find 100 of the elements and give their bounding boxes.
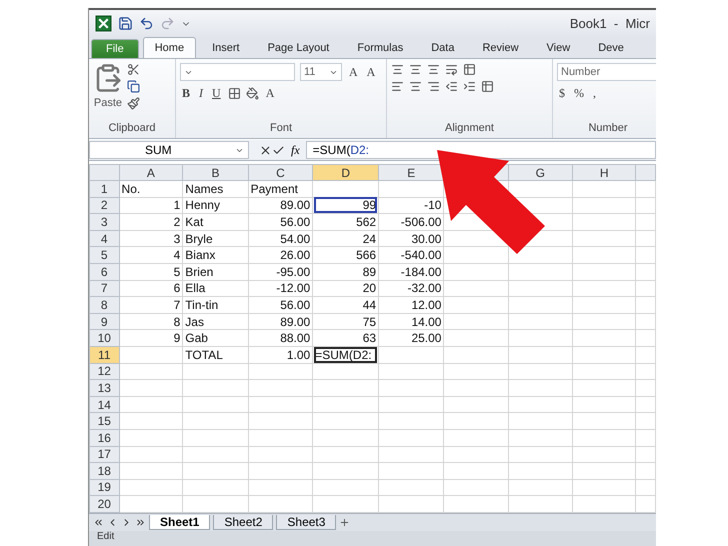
sheet-tab[interactable]: Sheet3 bbox=[276, 514, 336, 530]
column-header[interactable]: H bbox=[572, 164, 636, 180]
shrink-font-button[interactable]: A bbox=[364, 64, 378, 80]
table-cell-text: 562 bbox=[355, 214, 376, 229]
table-cell-text: 1 bbox=[172, 198, 180, 212]
ribbon-tab[interactable]: Home bbox=[142, 37, 196, 58]
table-cell-text: 54.00 bbox=[279, 232, 310, 246]
table-cell-text: 89.00 bbox=[279, 198, 310, 212]
table-cell-text: -32.00 bbox=[406, 281, 442, 296]
borders-icon[interactable] bbox=[228, 87, 241, 100]
row-header[interactable]: 11 bbox=[90, 346, 120, 364]
column-header[interactable]: B bbox=[182, 164, 248, 180]
row-header[interactable]: 7 bbox=[90, 280, 120, 297]
table-cell-text: 88.00 bbox=[279, 331, 310, 346]
table-cell-text: Ella bbox=[185, 281, 206, 296]
table-cell-text: -506.00 bbox=[400, 214, 442, 229]
group-label: Clipboard bbox=[107, 122, 157, 136]
ribbon-tab[interactable]: Deve bbox=[586, 37, 636, 58]
table-cell-text: 1.00 bbox=[286, 348, 310, 362]
copy-icon[interactable] bbox=[127, 80, 140, 93]
font-name-field[interactable] bbox=[180, 63, 295, 81]
row-header[interactable]: 20 bbox=[90, 496, 120, 512]
row-header[interactable]: 12 bbox=[90, 363, 120, 380]
percent-button[interactable]: % bbox=[572, 85, 586, 102]
ribbon-tab[interactable]: Data bbox=[419, 37, 466, 58]
enter-icon[interactable] bbox=[272, 144, 285, 156]
insert-sheet-icon[interactable] bbox=[339, 516, 350, 528]
row-header[interactable]: 15 bbox=[90, 412, 120, 430]
align-center-icon[interactable] bbox=[409, 80, 422, 93]
formula-field[interactable]: =SUM(D2: bbox=[306, 141, 656, 159]
sheet-tab[interactable]: Sheet2 bbox=[213, 514, 274, 530]
group-label: Number bbox=[587, 122, 629, 136]
table-cell-text: 24 bbox=[362, 232, 376, 246]
grow-font-button[interactable]: A bbox=[347, 64, 360, 80]
fill-color-icon[interactable] bbox=[246, 87, 259, 100]
table-cell-text: Jas bbox=[185, 314, 205, 329]
font-color-button[interactable]: A bbox=[264, 85, 276, 102]
row-header[interactable]: 6 bbox=[90, 263, 120, 280]
table-cell-text: 7 bbox=[172, 298, 180, 312]
row-header[interactable]: 16 bbox=[90, 429, 120, 446]
save-icon[interactable] bbox=[118, 16, 133, 31]
row-header[interactable]: 8 bbox=[90, 296, 120, 314]
table-cell-text: 44 bbox=[362, 298, 376, 312]
table-cell-text: 89.00 bbox=[279, 314, 310, 329]
indent-decrease-icon[interactable] bbox=[445, 80, 458, 93]
table-cell-text: 75 bbox=[362, 314, 376, 329]
brush-icon[interactable] bbox=[127, 97, 140, 110]
table-cell-text: 3 bbox=[172, 232, 180, 246]
align-right-icon[interactable] bbox=[427, 80, 440, 93]
status-mode: Edit bbox=[97, 530, 114, 543]
ribbon-tab[interactable]: Page Layout bbox=[256, 37, 342, 58]
number-format-field[interactable]: Number bbox=[557, 63, 656, 81]
sheet-tab[interactable]: Sheet1 bbox=[149, 514, 210, 530]
comma-button[interactable]: , bbox=[591, 85, 598, 102]
ribbon-tab[interactable]: Review bbox=[470, 37, 531, 58]
ribbon-tab[interactable]: Insert bbox=[200, 37, 252, 58]
column-header[interactable]: G bbox=[508, 164, 573, 180]
row-header[interactable]: 1 bbox=[90, 180, 120, 198]
table-cell-text: 89 bbox=[362, 264, 376, 279]
italic-button[interactable]: I bbox=[197, 85, 206, 102]
ribbon-tab[interactable]: Formulas bbox=[345, 37, 416, 58]
table-cell-text: -10 bbox=[423, 198, 442, 212]
row-header[interactable]: 4 bbox=[90, 230, 120, 247]
table-cell-text: No. bbox=[122, 182, 142, 196]
align-left-icon[interactable] bbox=[391, 80, 404, 93]
bold-button[interactable]: B bbox=[180, 85, 192, 102]
font-size-field[interactable]: 11 bbox=[300, 63, 342, 81]
row-header[interactable]: 2 bbox=[90, 197, 120, 214]
column-header[interactable]: A bbox=[119, 164, 183, 180]
row-header[interactable]: 18 bbox=[90, 462, 120, 480]
column-header[interactable]: C bbox=[248, 164, 313, 180]
table-cell-text: Henny bbox=[185, 198, 221, 212]
row-header[interactable]: 10 bbox=[90, 330, 120, 346]
indent-increase-icon[interactable] bbox=[463, 80, 476, 93]
row-header[interactable]: 5 bbox=[90, 246, 120, 264]
name-box[interactable]: SUM bbox=[89, 141, 249, 159]
currency-button[interactable]: $ bbox=[557, 85, 567, 102]
row-header[interactable]: 17 bbox=[90, 446, 120, 463]
cancel-icon[interactable] bbox=[259, 144, 272, 156]
first-sheet-icon[interactable] bbox=[93, 516, 104, 528]
row-header[interactable]: 13 bbox=[90, 380, 120, 396]
row-header[interactable]: 3 bbox=[90, 214, 120, 230]
table-cell-text: -540.00 bbox=[400, 248, 442, 262]
group-label: Alignment bbox=[444, 122, 495, 136]
function-button[interactable]: fx bbox=[291, 142, 300, 158]
paste-button[interactable]: Paste bbox=[94, 97, 122, 109]
column-header[interactable]: D bbox=[312, 164, 379, 180]
undo-icon[interactable] bbox=[139, 16, 154, 31]
table-cell-text: 566 bbox=[355, 248, 376, 262]
row-header[interactable]: 9 bbox=[90, 313, 120, 330]
table-cell-text: 30.00 bbox=[410, 232, 442, 246]
row-header[interactable]: 14 bbox=[90, 396, 120, 413]
underline-button[interactable]: U bbox=[210, 85, 223, 102]
ribbon-tab[interactable]: File bbox=[91, 39, 139, 58]
table-cell-text: -95.00 bbox=[275, 264, 310, 279]
ribbon-tab[interactable]: View bbox=[534, 37, 582, 58]
last-sheet-icon[interactable] bbox=[135, 516, 146, 528]
column-header[interactable]: E bbox=[378, 164, 444, 180]
scissors-icon[interactable] bbox=[127, 63, 140, 76]
row-header[interactable]: 19 bbox=[90, 479, 120, 496]
